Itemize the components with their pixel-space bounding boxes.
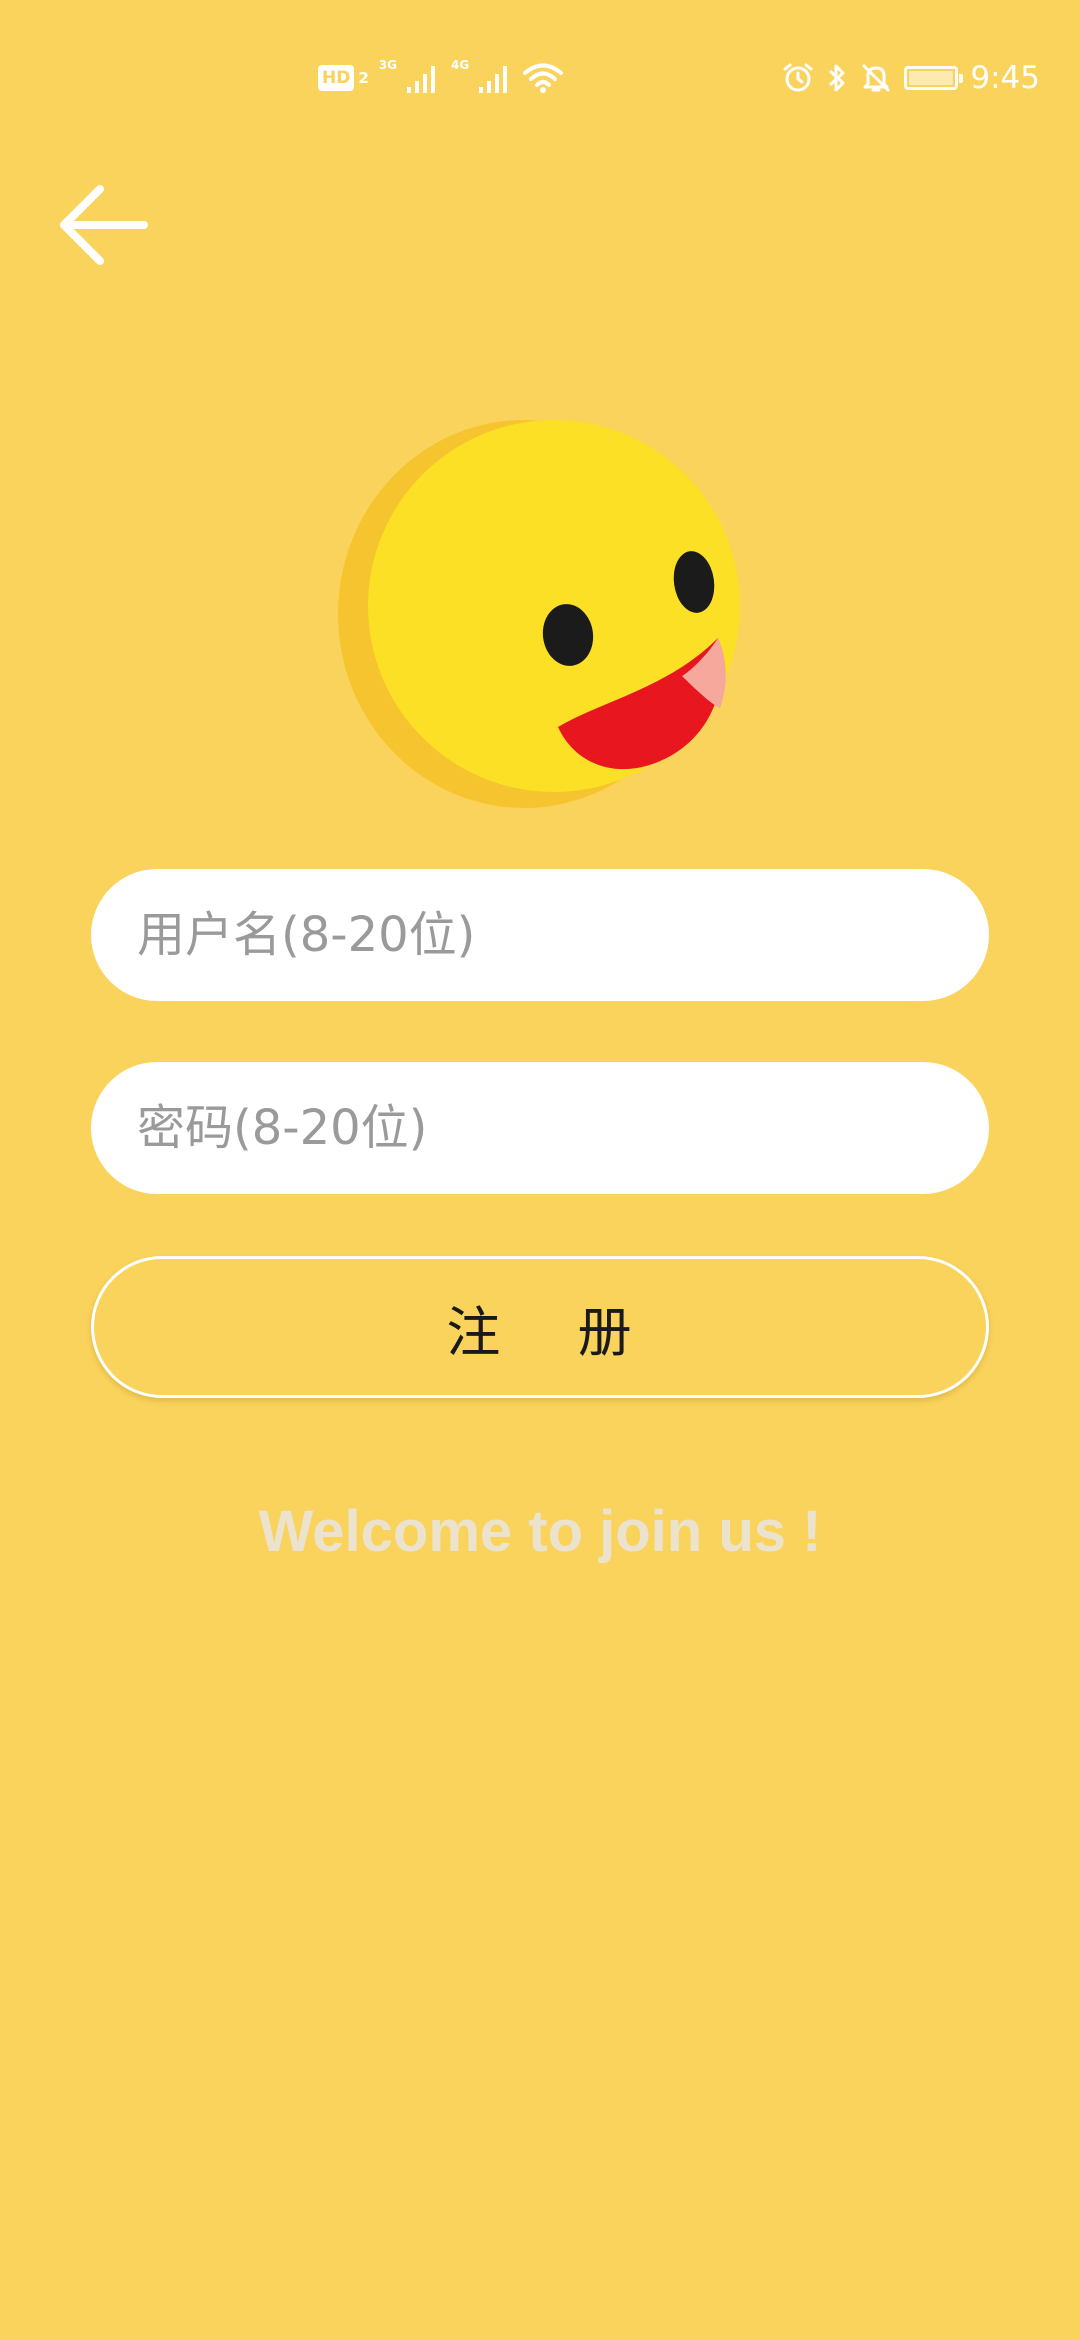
- smiley-face-icon: [336, 410, 746, 820]
- network-3g-label: 3G: [378, 58, 397, 72]
- hd-icon: HD: [318, 65, 355, 91]
- welcome-text: Welcome to join us !: [258, 1499, 822, 1564]
- status-bar-right: 9:45: [782, 56, 1040, 100]
- username-input[interactable]: [135, 906, 945, 964]
- back-button[interactable]: [56, 180, 156, 270]
- status-time: 9:45: [970, 60, 1040, 96]
- hd-sub-label: 2: [358, 69, 369, 87]
- network-4g-label: 4G: [450, 58, 470, 72]
- signal-3g-icon: [406, 63, 441, 93]
- mute-bell-icon: [860, 62, 892, 94]
- arrow-left-icon: [60, 185, 148, 265]
- register-button-label: 注 册: [446, 1300, 634, 1364]
- status-bar: HD 2 3G 4G 9:45: [0, 0, 1080, 150]
- wifi-icon: [523, 62, 564, 94]
- battery-icon: [904, 66, 964, 90]
- username-field[interactable]: [91, 869, 989, 1001]
- signal-4g-icon: [479, 63, 513, 93]
- password-field[interactable]: [91, 1062, 989, 1194]
- register-screen: HD 2 3G 4G 9:45 用户名(8-20位) 注 册 Welcome t…: [0, 0, 1080, 2340]
- status-bar-network: HD 2 3G 4G: [318, 56, 564, 100]
- bluetooth-icon: [826, 62, 848, 94]
- password-input[interactable]: [135, 1099, 945, 1157]
- alarm-icon: [782, 62, 814, 94]
- register-button[interactable]: 注 册: [91, 1256, 989, 1398]
